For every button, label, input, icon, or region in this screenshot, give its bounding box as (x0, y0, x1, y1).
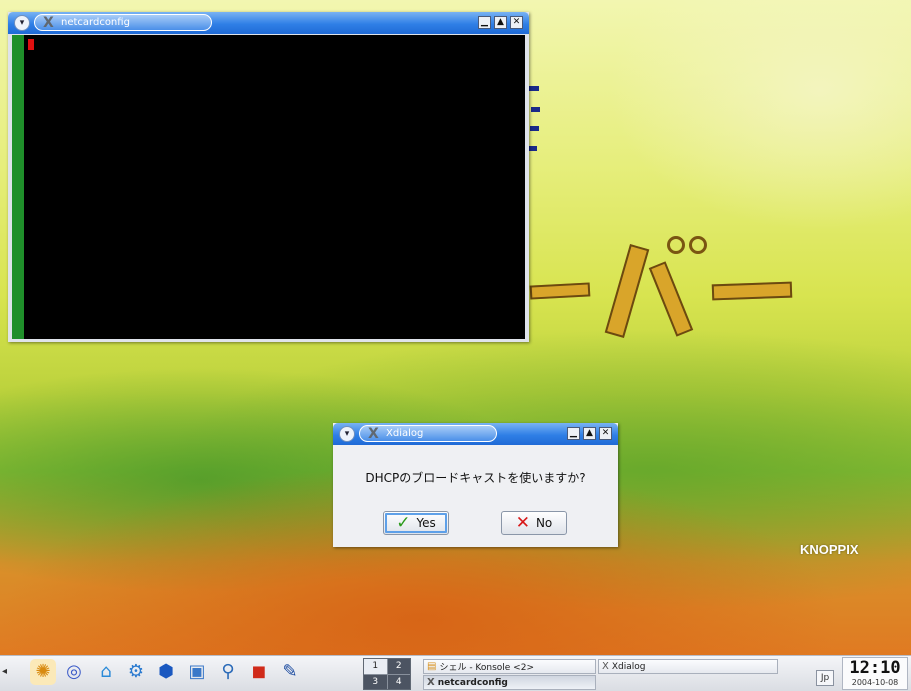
terminal-green-strip (12, 35, 24, 339)
task-konsole[interactable]: ▤ シェル - Konsole <2> (423, 659, 596, 674)
dialog-menu-button[interactable]: ▾ (339, 426, 355, 442)
clock-date: 2004-10-08 (851, 678, 899, 687)
kde-menu-icon[interactable]: ✺ (30, 659, 56, 685)
x-app-icon: X (368, 426, 379, 442)
minimize-button[interactable]: ▁ (478, 16, 491, 29)
window-menu-button[interactable]: ▾ (14, 15, 30, 31)
wallpaper-deco (529, 282, 591, 300)
presentation-icon[interactable]: ◼ (246, 659, 272, 685)
wallpaper-deco (667, 236, 685, 254)
home-folder-icon[interactable]: ⌂ (93, 659, 119, 685)
clock-time: 12:10 (849, 658, 901, 678)
terminal-cursor (28, 39, 34, 50)
window-title-pill[interactable]: X netcardconfig (34, 14, 212, 31)
panel-hide-arrow-icon[interactable]: ◂ (2, 666, 7, 677)
konqueror-icon[interactable]: ⚙ (123, 659, 149, 685)
wallpaper-deco (711, 281, 793, 301)
dialog-titlebar[interactable]: ▾ X Xdialog ▁ ▲ ✕ (333, 423, 618, 445)
close-button[interactable]: ✕ (510, 16, 523, 29)
dialog-body: DHCPのブロードキャストを使いますか? ✓ Yes ✕ No (333, 445, 618, 547)
x-icon: X (427, 676, 435, 688)
x-mark-icon: ✕ (515, 512, 530, 533)
dialog-title: Xdialog (386, 428, 424, 439)
office-icon[interactable]: ⬢ (153, 659, 179, 685)
x-app-icon: X (43, 15, 54, 31)
task-netcardconfig[interactable]: X netcardconfig (423, 675, 596, 690)
window-titlebar[interactable]: ▾ X netcardconfig ▁ ▲ ✕ (8, 12, 529, 34)
control-center-icon[interactable]: ▣ (184, 659, 210, 685)
wallpaper-deco (529, 86, 539, 91)
close-button[interactable]: ✕ (599, 427, 612, 440)
window-title: netcardconfig (61, 17, 130, 28)
maximize-button[interactable]: ▲ (494, 16, 507, 29)
taskbar: ◂ ✺ ◎ ⌂ ⚙ ⬢ ▣ ⚲ ◼ ✎ 1 2 3 4 ▤ シェル - Kons… (0, 655, 911, 691)
checkmark-icon: ✓ (396, 512, 411, 533)
wallpaper-deco (689, 236, 707, 254)
wallpaper-deco (529, 146, 537, 151)
terminal-area[interactable] (12, 35, 525, 339)
desktop-pager[interactable]: 1 2 3 4 (363, 658, 411, 690)
maximize-button[interactable]: ▲ (583, 427, 596, 440)
dialog-title-pill[interactable]: X Xdialog (359, 425, 497, 442)
yes-button[interactable]: ✓ Yes (383, 511, 449, 535)
knoppix-logo-text: KNOPPIX (800, 542, 859, 557)
no-button-label: No (535, 516, 553, 530)
yes-button-label: Yes (416, 516, 436, 530)
task-label: netcardconfig (437, 677, 508, 688)
x-icon: X (602, 660, 609, 672)
task-xdialog[interactable]: X Xdialog (598, 659, 778, 674)
xdialog-window[interactable]: ▾ X Xdialog ▁ ▲ ✕ DHCPのブロードキャストを使いますか? ✓… (333, 423, 618, 547)
editor-icon[interactable]: ✎ (277, 659, 303, 685)
netcardconfig-window[interactable]: ▾ X netcardconfig ▁ ▲ ✕ (8, 12, 529, 342)
pager-desktop-1[interactable]: 1 (364, 659, 387, 674)
pager-desktop-3[interactable]: 3 (364, 674, 387, 689)
minimize-button[interactable]: ▁ (567, 427, 580, 440)
task-label: シェル - Konsole <2> (439, 663, 534, 673)
wallpaper-deco (531, 107, 540, 112)
task-label: Xdialog (611, 661, 646, 672)
wallpaper-deco (648, 261, 694, 337)
pager-desktop-2[interactable]: 2 (387, 659, 410, 674)
search-icon[interactable]: ⚲ (215, 659, 241, 685)
dialog-question: DHCPのブロードキャストを使いますか? (365, 471, 586, 485)
konsole-icon: ▤ (427, 660, 437, 672)
help-lifebuoy-icon[interactable]: ◎ (61, 659, 87, 685)
wallpaper-deco (530, 126, 539, 131)
clock[interactable]: 12:10 2004-10-08 (842, 657, 908, 690)
pager-desktop-4[interactable]: 4 (387, 674, 410, 689)
keyboard-layout-indicator[interactable]: Jp (816, 670, 834, 686)
wallpaper-deco (604, 244, 650, 338)
no-button[interactable]: ✕ No (501, 511, 567, 535)
